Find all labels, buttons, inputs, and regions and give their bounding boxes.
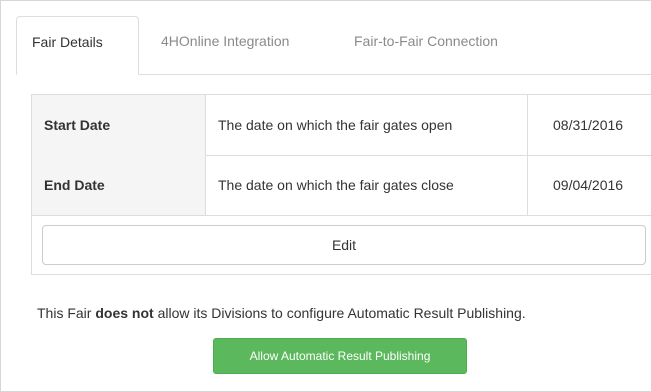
publishing-info-text: This Fair does not allow its Divisions t… bbox=[37, 305, 526, 321]
tab-fair-details[interactable]: Fair Details bbox=[16, 16, 139, 75]
publishing-text-before: This Fair bbox=[37, 305, 96, 321]
fair-dates-table: Start Date The date on which the fair ga… bbox=[31, 94, 651, 275]
allow-automatic-result-publishing-button[interactable]: Allow Automatic Result Publishing bbox=[213, 338, 467, 374]
table-row-end-date: End Date The date on which the fair gate… bbox=[32, 155, 651, 216]
tab-bar: Fair Details 4HOnline Integration Fair-t… bbox=[16, 16, 651, 75]
end-date-label: End Date bbox=[32, 155, 206, 215]
table-row-start-date: Start Date The date on which the fair ga… bbox=[32, 95, 651, 156]
publishing-text-after: allow its Divisions to configure Automat… bbox=[153, 305, 526, 321]
end-date-value: 09/04/2016 bbox=[553, 177, 624, 193]
tab-4honline-integration[interactable]: 4HOnline Integration bbox=[146, 16, 304, 74]
edit-button[interactable]: Edit bbox=[42, 225, 646, 265]
end-date-description: The date on which the fair gates close bbox=[206, 155, 528, 215]
start-date-label: Start Date bbox=[32, 95, 206, 155]
fair-settings-container: Fair Details 4HOnline Integration Fair-t… bbox=[0, 0, 651, 392]
tab-fair-to-fair-connection[interactable]: Fair-to-Fair Connection bbox=[339, 16, 513, 74]
publishing-text-emphasis: does not bbox=[95, 305, 154, 321]
start-date-value: 08/31/2016 bbox=[553, 117, 624, 133]
start-date-description: The date on which the fair gates open bbox=[206, 95, 528, 155]
